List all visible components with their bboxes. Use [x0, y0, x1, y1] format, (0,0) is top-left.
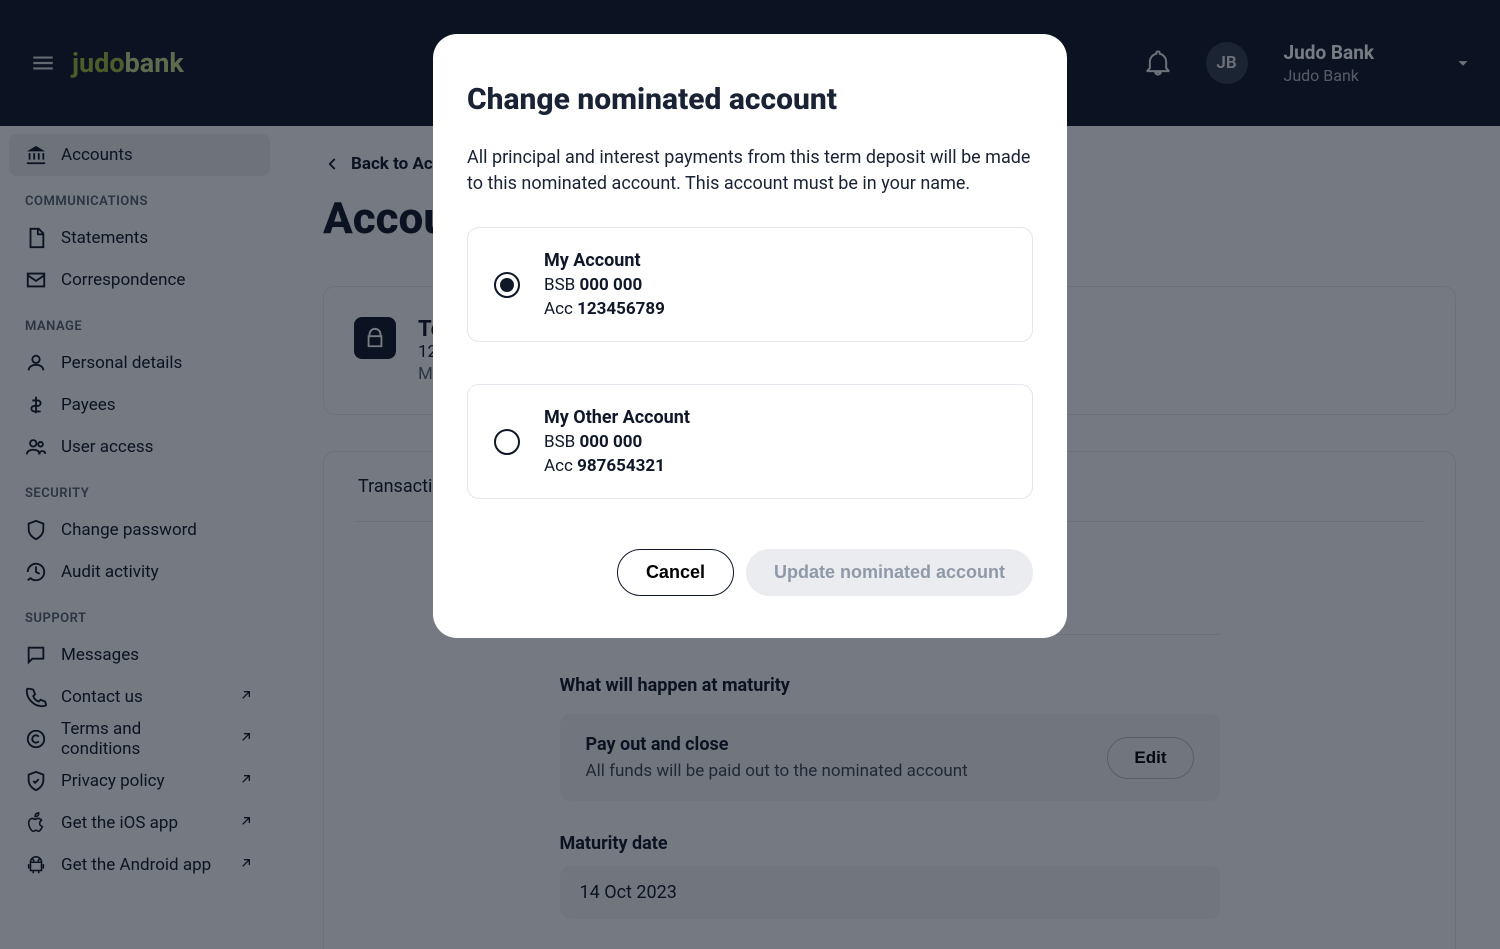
nominated-account-option-2[interactable]: My Other Account BSB 000 000 Acc 9876543… — [467, 384, 1033, 499]
option-acc: Acc 987654321 — [544, 456, 690, 476]
nominated-account-option-1[interactable]: My Account BSB 000 000 Acc 123456789 — [467, 227, 1033, 342]
radio-selected-icon — [494, 272, 520, 298]
modal-title: Change nominated account — [467, 82, 1033, 117]
change-nominated-account-modal: Change nominated account All principal a… — [433, 34, 1067, 638]
modal-description: All principal and interest payments from… — [467, 145, 1033, 197]
option-name: My Account — [544, 250, 665, 271]
radio-unselected-icon — [494, 429, 520, 455]
option-bsb: BSB 000 000 — [544, 432, 690, 452]
option-bsb: BSB 000 000 — [544, 275, 665, 295]
option-name: My Other Account — [544, 407, 690, 428]
option-acc: Acc 123456789 — [544, 299, 665, 319]
cancel-button[interactable]: Cancel — [617, 549, 734, 596]
update-nominated-account-button[interactable]: Update nominated account — [746, 549, 1033, 596]
